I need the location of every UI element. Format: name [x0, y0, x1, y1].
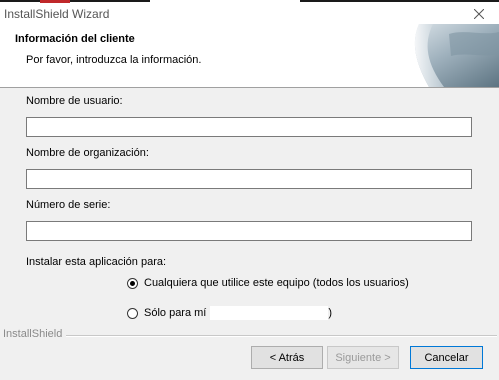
username-field[interactable] — [26, 117, 472, 137]
radio-only-me[interactable]: Sólo para mí ) — [127, 306, 332, 320]
redacted-username — [210, 306, 329, 320]
close-button[interactable] — [469, 5, 489, 23]
brand-separator: InstallShield — [0, 328, 499, 341]
radio-all-users-label: Cualquiera que utilice este equipo (todo… — [144, 277, 409, 289]
back-button[interactable]: < Atrás — [251, 346, 323, 369]
page-title: Información del cliente — [15, 33, 135, 45]
organization-field[interactable] — [26, 169, 472, 189]
installshield-brand: InstallShield — [3, 328, 67, 340]
wizard-header: Información del cliente Por favor, intro… — [0, 24, 499, 88]
title-bar: InstallShield Wizard — [0, 4, 499, 24]
cancel-button[interactable]: Cancelar — [410, 346, 483, 369]
next-button[interactable]: Siguiente > — [327, 346, 399, 369]
installshield-curl-graphic — [389, 24, 499, 87]
install-for-label: Instalar esta aplicación para: — [26, 256, 167, 268]
serial-number-label: Número de serie: — [26, 199, 111, 211]
close-icon — [474, 9, 484, 19]
radio-button-only-me[interactable] — [127, 307, 138, 319]
radio-only-me-suffix: ) — [328, 307, 333, 319]
radio-button-all-users[interactable] — [127, 277, 138, 289]
installshield-wizard-window: InstallShield Wizard Información del cli… — [0, 0, 499, 380]
page-subtitle: Por favor, introduzca la información. — [26, 54, 202, 66]
username-label: Nombre de usuario: — [26, 95, 123, 107]
radio-all-users[interactable]: Cualquiera que utilice este equipo (todo… — [127, 277, 409, 289]
separator-line — [62, 335, 497, 337]
organization-label: Nombre de organización: — [26, 147, 149, 159]
radio-only-me-label: Sólo para mí — [144, 307, 207, 319]
serial-number-field[interactable] — [26, 221, 472, 241]
window-title: InstallShield Wizard — [4, 7, 110, 21]
